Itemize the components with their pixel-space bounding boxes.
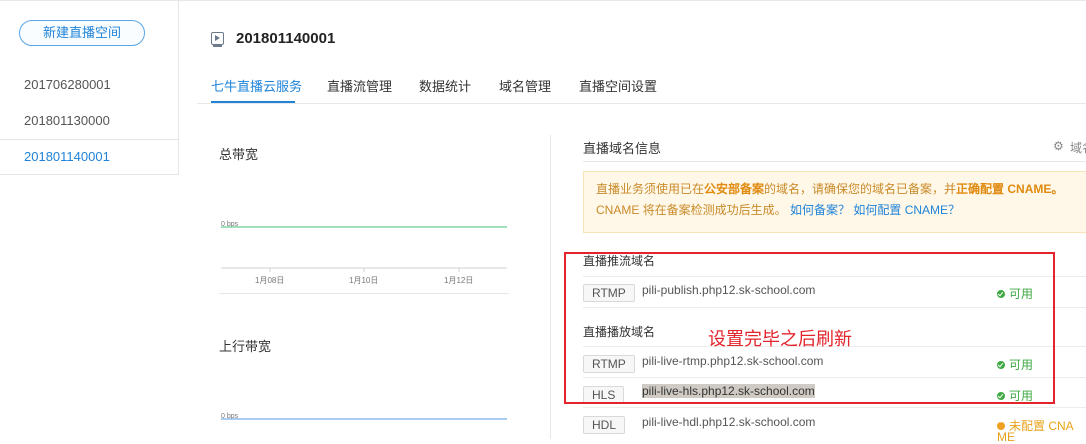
x-tick-label: 1月12日 [444,276,473,285]
chart-separator [219,293,509,294]
sidebar-item-201801130000[interactable]: 201801130000 [24,113,110,128]
play-domain-hdl: pili-live-hdl.php12.sk-school.com [642,415,816,429]
how-to-configure-cname-link[interactable]: 如何配置 CNAME？ [853,203,960,217]
warning-icon [997,418,1005,430]
domain-settings-link[interactable]: 域名 [1070,139,1086,156]
status-text: 未配置 CNA [1009,419,1074,433]
notice-emphasis: 正确配置 CNAME。 [956,182,1064,196]
domain-info-title: 直播域名信息 [583,141,662,156]
status-text-overflow: ME [997,430,1015,444]
sidebar-border [178,0,179,175]
row-divider [583,407,1086,408]
upstream-bandwidth-chart: 0 bps [221,413,507,420]
sidebar-item-201801140001[interactable]: 201801140001 [24,149,110,164]
notice-text: CNAME 将在备案检测成功后生成。 [596,203,787,217]
filing-notice: 直播业务须使用已在公安部备案的域名，请确保您的域名已备案，并正确配置 CNAME… [583,171,1086,233]
tab-qiniu-live-service[interactable]: 七牛直播云服务 [211,76,302,95]
tab-stream-management[interactable]: 直播流管理 [327,76,392,95]
notice-text: 直播业务须使用已在 [596,182,705,196]
how-to-file-link[interactable]: 如何备案？ [790,203,850,217]
new-live-space-button[interactable]: 新建直播空间 [19,20,145,46]
notice-text: 的域名，请确保您的域名已备案，并 [764,182,957,196]
upstream-bandwidth-title: 上行带宽 [219,339,272,354]
total-bandwidth-chart: 0 bps 1月08日 1月10日 1月12日 [221,221,507,285]
total-bandwidth-title: 总带宽 [219,147,259,162]
tab-statistics[interactable]: 数据统计 [419,76,471,95]
page-title: 201801140001 [236,30,336,47]
tab-domain-management[interactable]: 域名管理 [499,76,551,95]
x-tick-label: 1月10日 [349,276,378,285]
notice-emphasis: 公安部备案 [704,182,765,196]
panel-divider [550,135,551,439]
gear-icon[interactable]: ⚙ [1053,139,1064,153]
annotation-text: 设置完毕之后刷新 [708,329,852,350]
tab-space-settings[interactable]: 直播空间设置 [579,76,657,95]
sidebar: 新建直播空间 201706280001 201801130000 2018011… [0,0,179,439]
sidebar-divider [0,139,178,140]
live-space-icon [211,32,224,47]
section-divider [583,161,1086,162]
x-tick-label: 1月08日 [255,276,284,285]
sidebar-divider [0,174,178,175]
tab-bar-divider [197,103,1086,104]
protocol-tag-hdl: HDL [583,416,626,434]
sidebar-item-201706280001[interactable]: 201706280001 [24,77,111,92]
